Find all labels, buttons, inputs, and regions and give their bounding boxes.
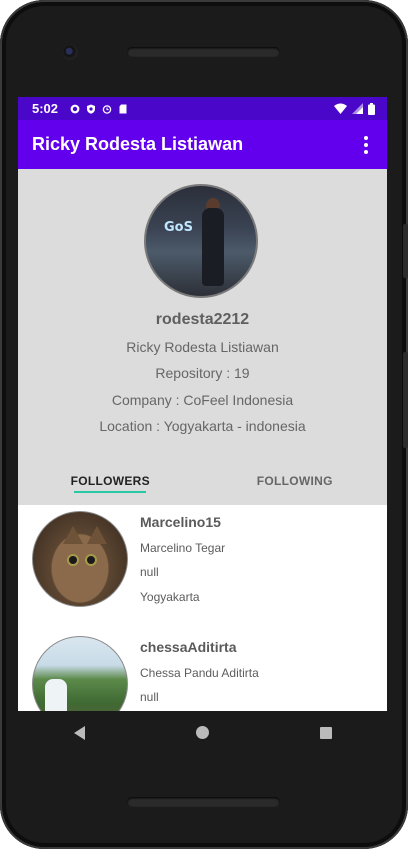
follower-avatar — [32, 636, 128, 711]
front-camera — [62, 44, 78, 60]
sd-card-icon — [119, 104, 127, 113]
power-button — [403, 352, 408, 448]
tab-bar: FOLLOWERS FOLLOWING — [18, 457, 387, 505]
gear-icon — [70, 104, 80, 113]
follower-login: Marcelino15 — [140, 514, 221, 530]
follower-login: chessaAditirta — [140, 639, 237, 655]
avatar-person-body — [202, 208, 224, 286]
followers-list[interactable]: Marcelino15 Marcelino Tegar null Yogyaka… — [18, 505, 387, 711]
more-vert-icon[interactable] — [357, 133, 375, 157]
bottom-speaker — [127, 797, 280, 807]
follower-name: Marcelino Tegar — [140, 541, 226, 555]
battery-icon — [368, 102, 375, 115]
status-time: 5:02 — [32, 101, 59, 116]
tab-indicator — [74, 491, 146, 493]
follower-company: null — [140, 565, 159, 579]
volume-button — [403, 224, 408, 278]
follower-company: null — [140, 690, 159, 704]
signal-icon — [352, 103, 363, 114]
tab-following[interactable]: FOLLOWING — [203, 457, 388, 505]
profile-avatar: GoS — [144, 184, 258, 298]
follower-name: Chessa Pandu Aditirta — [140, 666, 259, 680]
status-right-icons — [334, 102, 375, 115]
home-icon[interactable] — [195, 726, 209, 739]
system-nav-bar — [18, 711, 387, 754]
profile-full-name: Ricky Rodesta Listiawan — [126, 339, 279, 355]
phone-frame: 5:02 Ricky Rodesta Listiawan GoS rodesta… — [0, 0, 408, 849]
list-item[interactable]: Marcelino15 Marcelino Tegar null Yogyaka… — [18, 505, 387, 630]
app-screen: 5:02 Ricky Rodesta Listiawan GoS rodesta… — [18, 97, 387, 711]
follower-location: Yogyakarta — [140, 590, 200, 604]
follower-avatar — [32, 511, 128, 607]
shield-icon — [87, 104, 96, 114]
status-bar: 5:02 — [18, 97, 387, 120]
profile-repository: Repository : 19 — [155, 365, 250, 381]
app-bar: Ricky Rodesta Listiawan — [18, 120, 387, 169]
avatar-sign-text: GoS — [164, 220, 193, 235]
app-bar-title: Ricky Rodesta Listiawan — [32, 134, 244, 154]
profile-company: Company : CoFeel Indonesia — [111, 392, 294, 408]
tab-followers[interactable]: FOLLOWERS — [18, 457, 203, 505]
recents-icon[interactable] — [319, 726, 332, 739]
profile-username: rodesta2212 — [155, 311, 250, 328]
status-left-icons — [70, 104, 128, 114]
back-icon[interactable] — [73, 725, 85, 740]
alarm-icon — [102, 104, 112, 114]
profile-location: Location : Yogyakarta - indonesia — [99, 418, 306, 434]
list-item[interactable]: chessaAditirta Chessa Pandu Aditirta nul… — [18, 630, 387, 711]
wifi-icon — [334, 103, 347, 114]
earpiece-speaker — [127, 47, 280, 57]
